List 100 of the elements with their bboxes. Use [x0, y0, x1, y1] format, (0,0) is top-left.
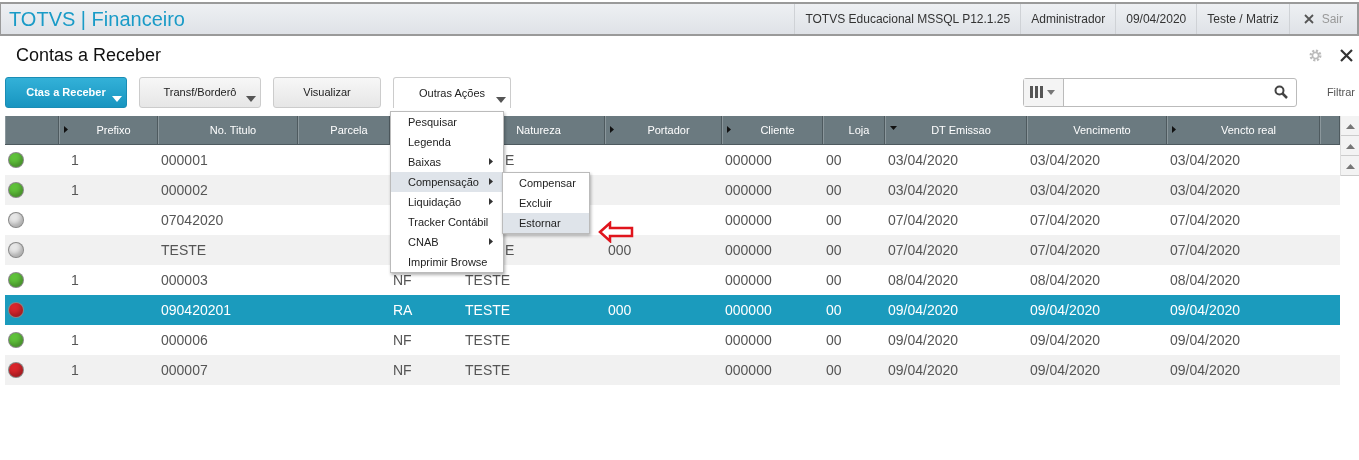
table-cell-text: 07/04/2020 [1029, 242, 1101, 258]
column-header[interactable]: Vencimento [1027, 116, 1167, 144]
table-cell-text: 03/04/2020 [1029, 152, 1101, 168]
menu-item[interactable]: Compensação [391, 172, 503, 192]
column-header[interactable]: DT Emissao [885, 116, 1027, 144]
menu-item[interactable]: Estornar [503, 213, 589, 233]
table-cell-text: E [504, 242, 515, 258]
expand-arrow-icon [1172, 126, 1176, 133]
status-item: Teste / Matriz [1196, 4, 1289, 34]
table-cell-text: 000000 [724, 242, 772, 258]
menu-item[interactable]: Tracker Contábil [391, 212, 503, 232]
table-cell-text: 09/04/2020 [1169, 332, 1241, 348]
menu-item[interactable]: CNAB [391, 232, 503, 252]
expand-arrow-icon [727, 126, 731, 133]
table-cell-text: 1 [70, 362, 79, 378]
table-cell-text: NF [392, 332, 412, 348]
menu-item[interactable]: Baixas [391, 152, 503, 172]
toolbar-button[interactable]: Visualizar [273, 76, 381, 108]
table-cell-text: 00 [825, 242, 842, 258]
table-cell-text: 000000 [724, 212, 772, 228]
table-cell-text: 03/04/2020 [887, 182, 959, 198]
table-cell-text: 000006 [160, 332, 208, 348]
table-cell-text: 09/04/2020 [1169, 362, 1241, 378]
table-cell-text: 07/04/2020 [887, 242, 959, 258]
table-cell-text: TESTE [160, 242, 207, 258]
table-cell-text: E [504, 152, 515, 168]
table-cell-text: 00 [825, 182, 842, 198]
table-cell-text: 09/04/2020 [887, 362, 959, 378]
status-item: Administrador [1020, 4, 1116, 34]
table-cell-text: TESTE [464, 332, 511, 348]
table-cell-text: RA [392, 302, 413, 318]
column-header[interactable]: Loja [823, 116, 885, 144]
table-cell-text: 07/04/2020 [1169, 242, 1241, 258]
menu-item[interactable]: Compensar [503, 173, 589, 193]
table-cell-text: 1 [70, 332, 79, 348]
table-cell-text: 00 [825, 212, 842, 228]
columns-button[interactable] [1023, 78, 1064, 106]
toolbar-button[interactable]: Transf/Borderô [139, 76, 261, 108]
table-cell-text: 000 [607, 302, 632, 318]
table-cell-text: NF [392, 272, 412, 288]
table-cell-text: 03/04/2020 [1169, 182, 1241, 198]
table-cell-text: 07/04/2020 [1029, 212, 1101, 228]
table-cell-text: 03/04/2020 [887, 152, 959, 168]
close-icon[interactable] [1340, 48, 1353, 62]
close-icon [1303, 14, 1314, 24]
table-cell-text: 00 [825, 302, 842, 318]
table-cell-text: 000000 [724, 362, 772, 378]
table-cell-text: 000001 [160, 152, 208, 168]
table-cell-text: 07/04/2020 [887, 212, 959, 228]
table-cell-text: 03/04/2020 [1169, 152, 1241, 168]
table-cell-text: 1 [70, 152, 79, 168]
column-header[interactable]: Prefixo [59, 116, 158, 144]
column-header[interactable]: Vencto real [1167, 116, 1320, 144]
table-cell-text: 08/04/2020 [887, 272, 959, 288]
table-cell-text: 000000 [724, 182, 772, 198]
table-cell-text: 07/04/2020 [1169, 212, 1241, 228]
table-cell-text: 00 [825, 362, 842, 378]
table-cell-text: 09/04/2020 [1029, 302, 1101, 318]
table-cell-text: 00 [825, 272, 842, 288]
table-cell-text: 09/04/2020 [1029, 362, 1101, 378]
table-cell-text: TESTE [464, 272, 511, 288]
table-cell-text: 000002 [160, 182, 208, 198]
table-cell-text: 000000 [724, 332, 772, 348]
table-cell-text: 1 [70, 182, 79, 198]
table-cell-text: 08/04/2020 [1029, 272, 1101, 288]
table-cell-text: 09/04/2020 [887, 332, 959, 348]
sort-arrow-icon [890, 126, 897, 130]
column-header[interactable]: Cliente [722, 116, 823, 144]
table-cell-text: 090420201 [160, 302, 232, 318]
table-cell-text: 000000 [724, 152, 772, 168]
search-icon[interactable] [1273, 85, 1288, 99]
filter-label[interactable]: Filtrar [1326, 86, 1355, 98]
table-row[interactable]: 1 000007 NF TESTE 000000 00 09/04/2020 09/04/2020 09/04/2020 [5, 355, 1340, 385]
up-arrow-icon [1345, 141, 1355, 150]
status-item: TOTVS Educacional MSSQL P12.1.25 [794, 4, 1021, 34]
table-cell-text: 00 [825, 332, 842, 348]
column-header[interactable]: Portador [605, 116, 722, 144]
table-cell-text: 000003 [160, 272, 208, 288]
table-cell-text: 000007 [160, 362, 208, 378]
column-header[interactable]: No. Titulo [158, 116, 298, 144]
table-cell-text: 07042020 [160, 212, 224, 228]
table-cell-text: 000000 [724, 302, 772, 318]
pointer-arrow [598, 221, 634, 243]
table-cell-text: 08/04/2020 [1169, 272, 1241, 288]
table-cell-text: 09/04/2020 [887, 302, 959, 318]
table-cell-text: 000 [607, 242, 632, 258]
expand-arrow-icon [610, 126, 614, 133]
table-cell-text: NF [392, 362, 412, 378]
search-field[interactable] [1022, 77, 1297, 107]
columns-icon [1030, 86, 1057, 98]
toolbar-button[interactable]: Outras Ações [393, 76, 511, 108]
table-cell-text: TESTE [464, 362, 511, 378]
table-cell-text: 03/04/2020 [1029, 182, 1101, 198]
app-title: TOTVS | Financeiro [8, 7, 186, 31]
up-arrow-icon [1345, 161, 1355, 170]
up-arrow-icon [1345, 121, 1355, 130]
table-cell-text: 000000 [724, 272, 772, 288]
table-cell-text: 1 [70, 272, 79, 288]
table-cell-text: TESTE [464, 302, 511, 318]
status-item: 09/04/2020 [1115, 4, 1197, 34]
